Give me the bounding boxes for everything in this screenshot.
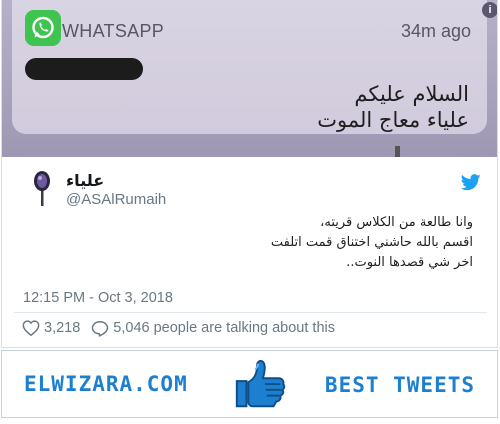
comment-icon[interactable] (91, 320, 109, 337)
notification-time: 34m ago (400, 21, 471, 41)
tweet-actions: 3,218 5,046 people are talking about thi… (22, 318, 335, 338)
avatar[interactable] (30, 170, 54, 206)
heart-icon[interactable] (22, 320, 40, 336)
notification-message-line-1: السلام عليكم (354, 82, 469, 106)
info-icon[interactable]: i (482, 2, 497, 18)
redacted-sender (25, 58, 143, 80)
tweet-text: وانا طالعة من الكلاس قريته، اقسم بالله ح… (173, 213, 473, 273)
background-detail (395, 146, 400, 157)
thumbs-up-icon (235, 359, 286, 408)
tweet-embed: WHATSAPP 34m ago السلام عليكم علياء معاج… (1, 0, 498, 348)
tweet-text-line: اقسم بالله حاشني اختناق قمت اتلفت (270, 235, 473, 250)
notification-card: WHATSAPP 34m ago السلام عليكم علياء معاج… (12, 0, 487, 134)
twitter-bird-icon[interactable] (461, 174, 481, 191)
display-name[interactable]: علياء (66, 171, 104, 190)
notification-message-line-2: علياء معاج الموت (317, 108, 469, 132)
like-count[interactable]: 3,218 (44, 320, 80, 336)
tweet-text-line: اخر شي قصدها النوت.. (346, 255, 473, 270)
tweet-timestamp[interactable]: 12:15 PM - Oct 3, 2018 (23, 290, 173, 306)
user-handle[interactable]: @ASAlRumaih (66, 191, 166, 208)
whatsapp-icon (25, 10, 61, 46)
app-name: WHATSAPP (62, 21, 165, 41)
notification-screenshot: WHATSAPP 34m ago السلام عليكم علياء معاج… (2, 0, 497, 157)
site-name[interactable]: ELWIZARA.COM (24, 372, 188, 396)
divider (14, 312, 487, 313)
conversation-link[interactable]: 5,046 people are talking about this (113, 320, 335, 336)
banner-tagline: BEST TWEETS (324, 373, 475, 397)
tweet-text-line: وانا طالعة من الكلاس قريته، (320, 215, 473, 230)
footer-banner: ELWIZARA.COM BEST TWEETS (1, 350, 498, 418)
